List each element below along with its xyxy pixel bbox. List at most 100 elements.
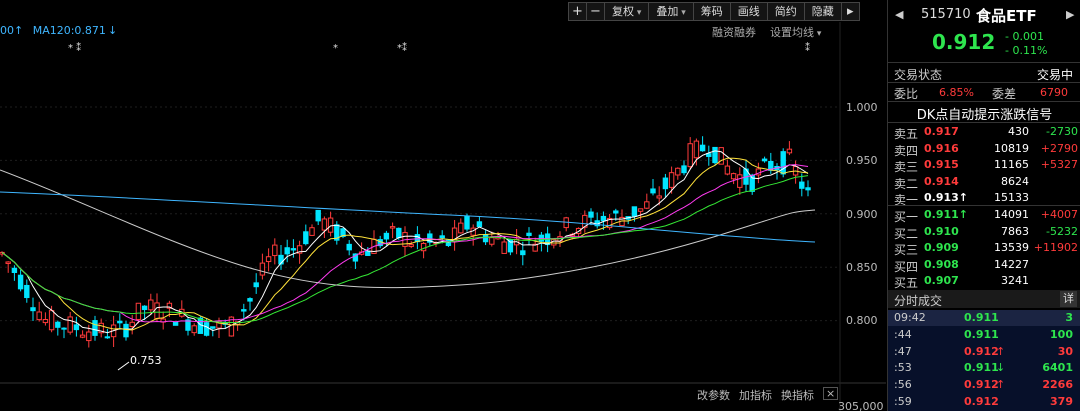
candle-down <box>780 151 786 175</box>
trade-time: :56 <box>894 378 912 392</box>
zoom-out-button[interactable]: − <box>586 2 605 21</box>
hide-button[interactable]: 隐藏 <box>803 2 842 21</box>
volume-axis-label: 305,000 <box>838 400 884 411</box>
ask-row[interactable]: 卖四 0.916 10819 +2790 <box>888 141 1080 158</box>
candle-up <box>501 241 507 254</box>
event-marker[interactable]: ⁑ <box>805 43 810 54</box>
candle-up <box>191 325 197 334</box>
trades-title: 分时成交 <box>894 294 943 308</box>
candle-down <box>346 243 352 251</box>
trades-list[interactable]: 09:42 0.911 3:44 0.911 100:47 0.912 ↑ 30:53 0.91… <box>888 310 1080 411</box>
price-tick: 1.000 <box>846 101 878 114</box>
price-tick: 0.850 <box>846 261 878 274</box>
level-name: 卖三 <box>894 160 919 174</box>
trade-time: 09:42 <box>894 311 926 324</box>
level-price: 0.913↑ <box>924 191 969 204</box>
switch-indicator-link[interactable]: 换指标 <box>781 387 814 403</box>
candle-up <box>730 173 737 180</box>
trade-row[interactable]: :53 0.911 ↓ 6401 <box>888 360 1080 376</box>
ask-row[interactable]: 卖五 0.917 430 -2730 <box>888 124 1080 141</box>
more-icon[interactable]: ▸ <box>840 2 860 21</box>
close-icon[interactable]: × <box>823 387 839 400</box>
adjust-button[interactable]: 复权 <box>604 2 650 21</box>
margin-trading-link[interactable]: 融资融券 <box>712 24 756 40</box>
divider <box>888 62 1080 63</box>
level-price: 0.907 <box>924 274 959 287</box>
trade-row[interactable]: :56 0.912 ↑ 2266 <box>888 377 1080 393</box>
bid-row[interactable]: 买一 0.911↑ 14091 +4007 <box>888 207 1080 224</box>
ma-settings-link[interactable]: 设置均线 ▾ <box>770 24 821 40</box>
candle-down <box>61 327 67 330</box>
trade-price: 0.912 <box>964 378 999 392</box>
ma-legend: 00↑ MA120:0.871 ↓ <box>0 24 117 37</box>
level-price: 0.908 <box>924 257 959 271</box>
candle-up <box>786 148 793 154</box>
change-value: - 0.001 <box>1005 30 1044 43</box>
level-change: -2730 <box>1046 125 1078 138</box>
prev-stock-icon[interactable]: ◀ <box>895 8 903 21</box>
level-price: 0.916 <box>924 141 959 155</box>
price-change: - 0.001 - 0.11% <box>1005 30 1047 58</box>
candle-down <box>253 282 259 288</box>
add-indicator-link[interactable]: 加指标 <box>739 387 772 403</box>
level-volume: 15133 <box>994 191 1029 204</box>
candle-down <box>24 284 30 299</box>
event-marker[interactable]: * <box>333 43 338 54</box>
detail-button[interactable]: 详 <box>1060 291 1077 307</box>
dk-signal-link[interactable]: DK点自动提示涨跌信号 <box>888 104 1080 123</box>
ask-row[interactable]: 卖三 0.915 11165 +5327 <box>888 157 1080 174</box>
simple-button[interactable]: 简约 <box>766 2 805 21</box>
stock-window: 00↑ MA120:0.871 ↓ 融资融券 设置均线 ▾ * ⁑ * *⁑ ⁑ … <box>0 0 1080 411</box>
trades-header: 分时成交 详 <box>888 290 1080 308</box>
trade-row[interactable]: :47 0.912 ↑ 30 <box>888 344 1080 360</box>
trade-row[interactable]: 09:42 0.911 3 <box>888 310 1080 326</box>
candle-down <box>284 247 290 255</box>
level-name: 买一 <box>894 210 919 224</box>
level-volume: 11165 <box>994 158 1029 171</box>
candle-down <box>761 158 768 162</box>
trade-row[interactable]: :44 0.911 100 <box>888 327 1080 343</box>
level-price: 0.914 <box>924 174 959 188</box>
bid-row[interactable]: 买五 0.907 3241 <box>888 273 1080 290</box>
candle-down <box>123 323 129 338</box>
draw-line-button[interactable]: 画线 <box>729 2 768 21</box>
ask-row[interactable]: 卖二 0.914 8624 <box>888 174 1080 191</box>
candle-up <box>420 242 427 252</box>
event-marker[interactable]: *⁑ <box>397 43 407 54</box>
price-tick: 0.900 <box>846 208 878 221</box>
ma120-label: MA120:0.871 <box>32 24 106 37</box>
kline-chart[interactable]: 00↑ MA120:0.871 ↓ 融资融券 设置均线 ▾ * ⁑ * *⁑ ⁑ … <box>0 0 886 411</box>
edit-params-link[interactable]: 改参数 <box>697 387 730 403</box>
bid-row[interactable]: 买二 0.910 7863 -5232 <box>888 224 1080 241</box>
candle-down <box>613 210 619 214</box>
candle-down <box>73 324 80 331</box>
trade-volume: 100 <box>1050 327 1073 341</box>
stock-code: 515710 <box>921 7 971 22</box>
overlay-button[interactable]: 叠加 <box>648 2 694 21</box>
trade-direction-icon: ↓ <box>996 361 1006 375</box>
kline-canvas[interactable] <box>0 0 886 411</box>
level-volume: 10819 <box>994 141 1029 155</box>
level-change: +5327 <box>1040 158 1078 171</box>
candle-up <box>489 237 495 245</box>
bid-row[interactable]: 买四 0.908 14227 <box>888 257 1080 274</box>
level-name: 买四 <box>894 259 919 274</box>
candle-down <box>290 248 297 251</box>
dropdown-icon: ▾ <box>814 29 822 39</box>
zoom-in-button[interactable]: + <box>568 2 587 21</box>
trade-row[interactable]: :59 0.912 379 <box>888 394 1080 410</box>
candle-up <box>265 256 272 263</box>
candle-down <box>464 215 470 230</box>
trade-price: 0.911 <box>964 311 999 324</box>
chips-button[interactable]: 筹码 <box>692 2 731 21</box>
bid-row[interactable]: 买三 0.909 13539 +11902 <box>888 240 1080 257</box>
divider <box>888 82 1080 83</box>
trade-time: :53 <box>894 361 912 375</box>
status-label: 交易状态 <box>894 68 943 82</box>
level-price: 0.917 <box>924 125 959 138</box>
event-marker[interactable]: * ⁑ <box>68 43 81 54</box>
ma60-line <box>0 169 816 289</box>
next-stock-icon[interactable]: ▶ <box>1066 8 1074 21</box>
trade-volume: 3 <box>1065 311 1073 324</box>
ask-row[interactable]: 卖一 0.913↑ 15133 <box>888 190 1080 207</box>
